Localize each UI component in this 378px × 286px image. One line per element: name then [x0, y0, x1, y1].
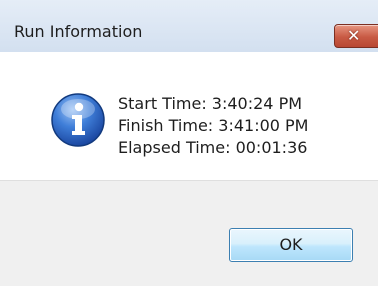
info-icon [51, 93, 105, 147]
close-icon: ✕ [347, 26, 361, 45]
button-bar: OK [0, 180, 378, 286]
finish-time-text: Finish Time: 3:41:00 PM [118, 116, 309, 135]
start-time-text: Start Time: 3:40:24 PM [118, 94, 303, 113]
run-times: Start Time: 3:40:24 PM Finish Time: 3:41… [118, 93, 308, 159]
ok-button[interactable]: OK [229, 228, 353, 262]
close-button[interactable]: ✕ [334, 24, 378, 48]
message-area: Start Time: 3:40:24 PM Finish Time: 3:41… [0, 52, 378, 180]
title-bar: Run Information ✕ [0, 0, 378, 52]
window-title: Run Information [14, 22, 143, 41]
elapsed-time-text: Elapsed Time: 00:01:36 [118, 138, 308, 157]
